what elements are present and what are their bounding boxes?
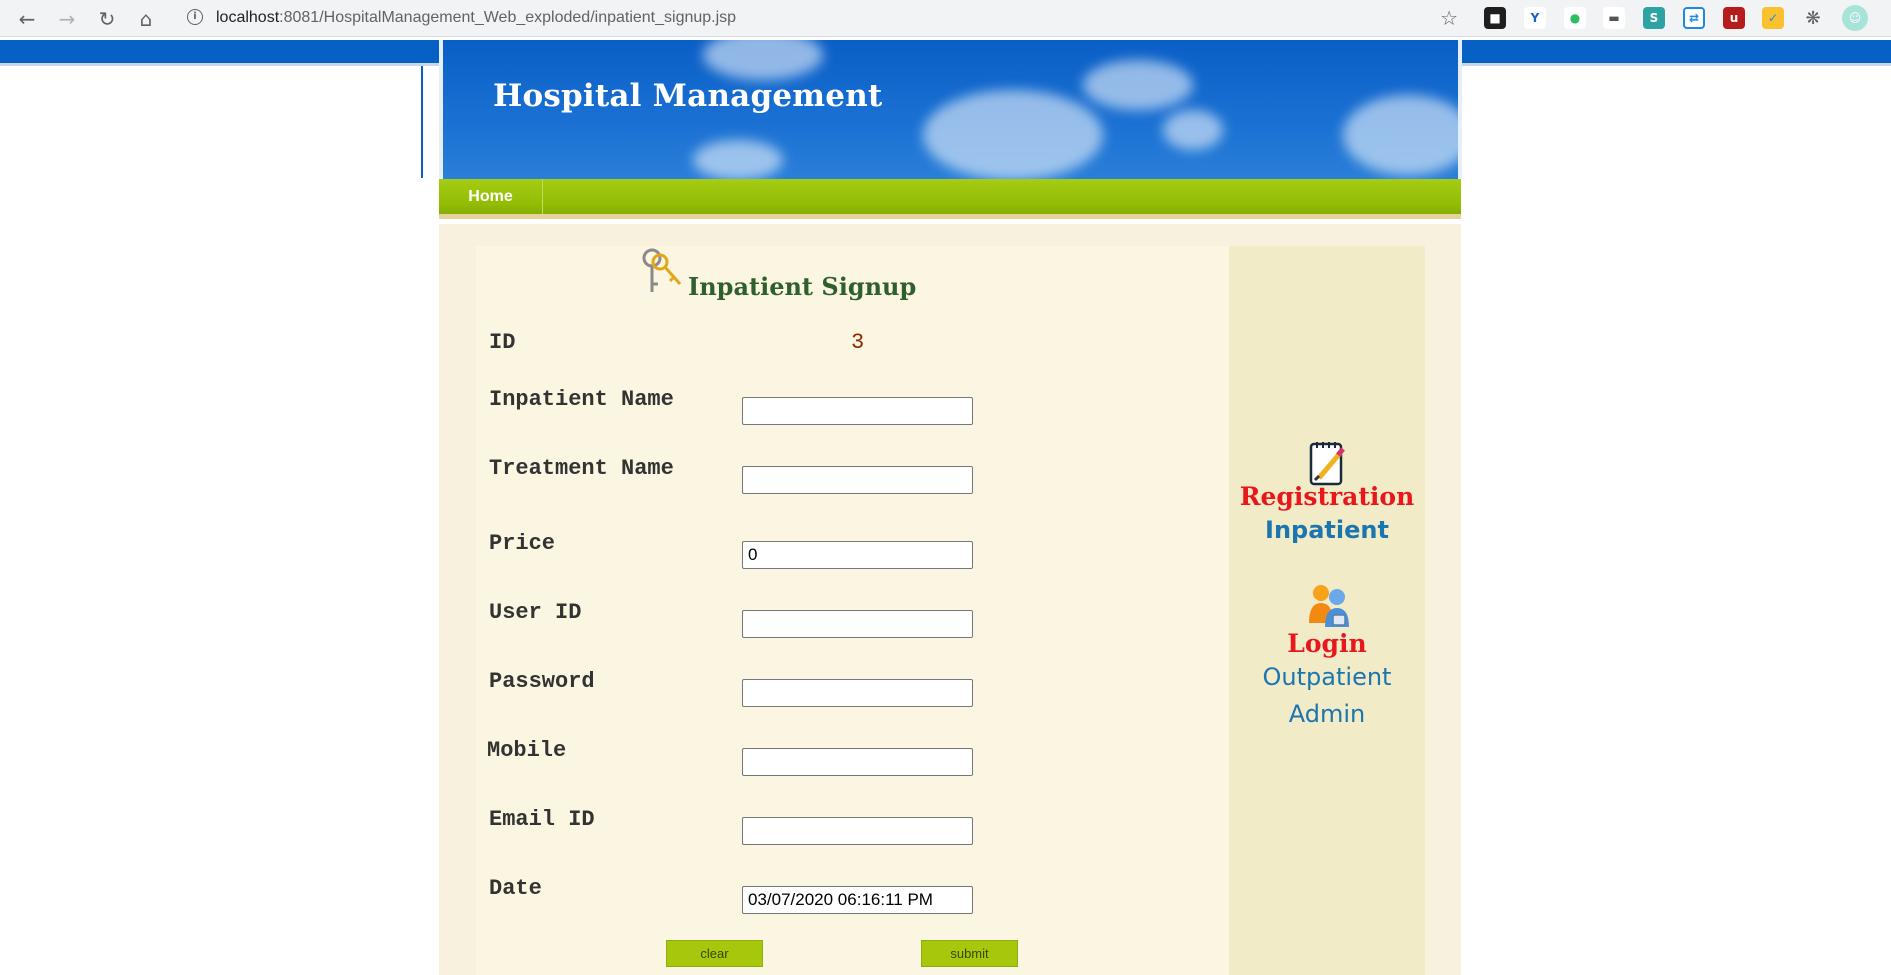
cloud-6 [693,140,783,179]
profile-avatar[interactable]: ☺ [1842,5,1868,31]
extension-icon-6[interactable]: ⇄ [1683,7,1705,29]
url-host: localhost [216,9,280,26]
user-id-input[interactable] [742,610,973,638]
mobile-input[interactable] [742,748,973,776]
menu-home-link[interactable]: Home [439,179,543,214]
home-icon[interactable]: ⌂ [131,4,161,34]
cloud-5 [1343,95,1458,175]
extension-icon-8[interactable]: ✓ [1762,7,1784,29]
treatment-name-label: Treatment Name [489,456,674,481]
login-heading: Login [1287,629,1367,658]
id-value: 3 [851,330,865,355]
treatment-name-input[interactable] [742,466,973,494]
email-id-label: Email ID [489,807,595,832]
site-info-icon[interactable]: i [187,9,203,25]
inpatient-link[interactable]: Inpatient [1229,516,1425,544]
content-area: Inpatient Signup ID 3 Inpatient Name Tre… [439,224,1461,975]
price-input[interactable] [742,541,973,569]
address-bar[interactable]: i localhost:8081/HospitalManagement_Web_… [176,3,1468,34]
reload-icon[interactable]: ↻ [92,4,122,34]
password-label: Password [489,669,595,694]
forward-icon[interactable]: → [52,4,82,34]
cloud-2 [923,90,1103,179]
password-input[interactable] [742,679,973,707]
url-text[interactable]: localhost:8081/HospitalManagement_Web_ex… [216,9,736,27]
inpatient-name-input[interactable] [742,397,973,425]
registration-heading: Registration [1239,482,1415,511]
email-id-input[interactable] [742,817,973,845]
date-label: Date [489,876,542,901]
left-blue-line [421,66,423,178]
submit-button[interactable]: submit [921,940,1018,967]
extension-icon-4[interactable]: ▬ [1603,7,1625,29]
users-icon [1309,585,1349,627]
notepad-pencil-icon [1309,442,1345,486]
site-title: Hospital Management [493,78,883,114]
mobile-label: Mobile [487,738,567,763]
cloud-4 [1163,110,1223,150]
form-title: Inpatient Signup [688,272,917,301]
price-label: Price [489,531,556,556]
bookmark-star-icon[interactable]: ☆ [1440,6,1458,30]
inpatient-name-label: Inpatient Name [489,387,674,412]
ublock-icon[interactable]: u [1723,7,1745,29]
menu-bar: Home [439,179,1461,219]
extension-icon-2[interactable]: Y [1524,7,1546,29]
cloud-1 [703,40,823,80]
outpatient-link[interactable]: Outpatient [1229,663,1425,691]
keys-icon [642,248,682,292]
clear-button[interactable]: clear [666,940,763,967]
back-icon[interactable]: ← [12,4,42,34]
extensions-puzzle-icon[interactable]: ❋ [1802,7,1824,29]
extension-icon-5[interactable]: S [1643,7,1665,29]
cloud-3 [1083,60,1193,110]
id-label: ID [489,330,516,355]
evernote-icon[interactable]: ● [1564,7,1586,29]
date-input[interactable] [742,886,973,914]
browser-toolbar: ← → ↻ ⌂ i localhost:8081/HospitalManagem… [0,0,1891,37]
url-path: :8081/HospitalManagement_Web_exploded/in… [279,9,737,26]
extension-icon-1[interactable]: ■ [1484,7,1506,29]
user-id-label: User ID [489,600,582,625]
sidebar: Registration Inpatient Login Outpatient … [1229,246,1425,975]
site-header: Hospital Management [439,40,1462,179]
signup-form-panel: Inpatient Signup ID 3 Inpatient Name Tre… [476,246,1229,975]
admin-link[interactable]: Admin [1229,700,1425,728]
